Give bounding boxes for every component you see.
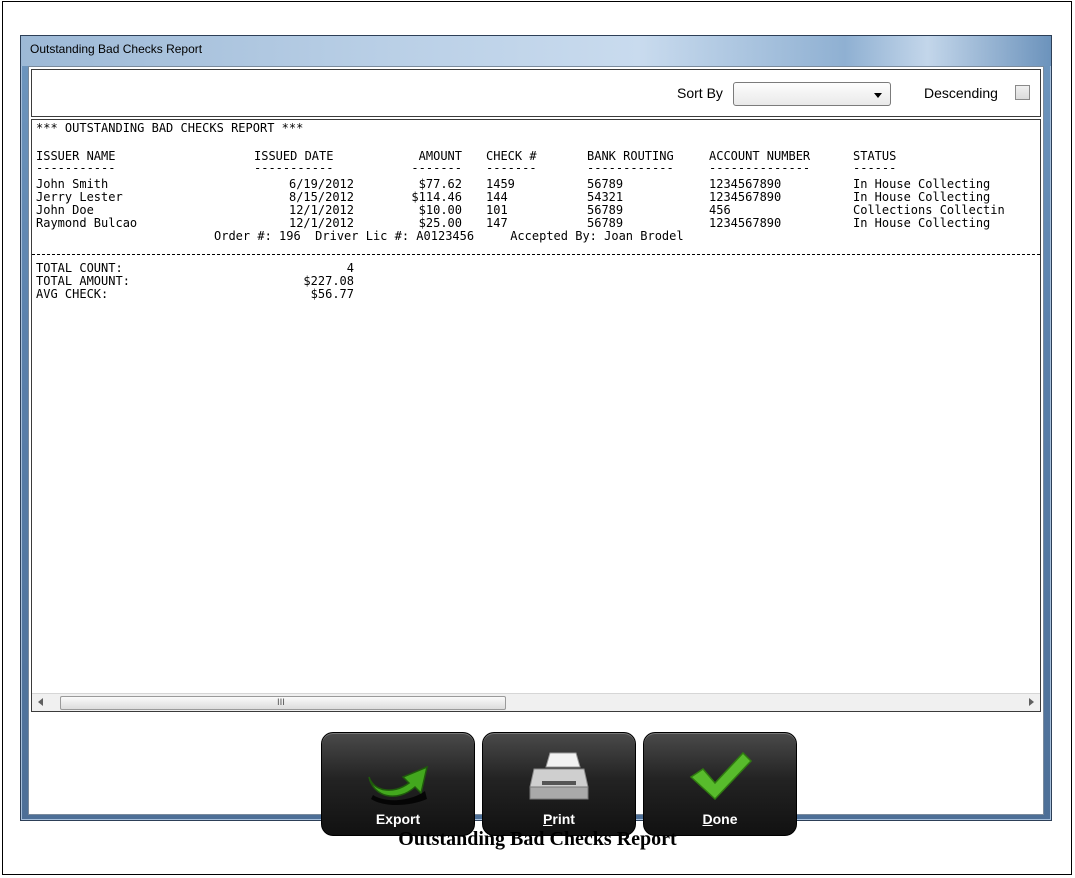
report-text: *** OUTSTANDING BAD CHECKS REPORT *** IS… [32, 120, 1040, 694]
window-client-area: Sort By Descending *** OUTSTANDING BAD C… [28, 66, 1044, 836]
report-view[interactable]: *** OUTSTANDING BAD CHECKS REPORT *** IS… [31, 119, 1041, 712]
sort-toolbar: Sort By Descending [31, 69, 1041, 117]
column-underline: ------ [853, 161, 897, 175]
scroll-right-arrow-icon[interactable] [1029, 698, 1034, 706]
scroll-left-arrow-icon[interactable] [38, 698, 43, 706]
column-underline: ----------- [254, 161, 334, 175]
scrollbar-grip: III [277, 698, 285, 708]
export-button[interactable]: Export [321, 732, 475, 836]
descending-checkbox[interactable] [1015, 85, 1030, 100]
title-bar[interactable]: Outstanding Bad Checks Report [21, 36, 1051, 66]
row-account-number: 1234567890 [709, 216, 782, 230]
row-issuer-name: Raymond Bulcao [36, 216, 138, 230]
figure-caption: Outstanding Bad Checks Report [398, 828, 677, 850]
column-underline: ------- [486, 161, 537, 175]
column-underline: ----------- [36, 161, 116, 175]
print-button[interactable]: Print [482, 732, 636, 836]
avg-check-label: AVG CHECK: [36, 287, 109, 301]
scrollbar-thumb[interactable]: III [60, 696, 506, 710]
column-underline: ------------ [587, 161, 674, 175]
export-label: Export [375, 811, 421, 827]
column-underline: ------- [411, 161, 462, 175]
checkmark-icon [689, 751, 753, 801]
avg-check-value: $56.77 [310, 287, 354, 301]
column-underline: -------------- [709, 161, 811, 175]
chevron-down-icon [874, 93, 882, 98]
row-detail: Order #: 196 Driver Lic #: A0123456 Acce… [214, 229, 684, 243]
horizontal-scrollbar[interactable]: III [32, 693, 1040, 711]
row-status: In House Collecting [853, 216, 991, 230]
report-divider [32, 254, 1040, 255]
done-label: Done [702, 811, 738, 827]
export-arrow-icon [368, 765, 429, 805]
sort-by-dropdown[interactable] [733, 82, 891, 106]
report-header: *** OUTSTANDING BAD CHECKS REPORT *** [36, 121, 304, 135]
printer-icon [529, 752, 589, 800]
report-window: Outstanding Bad Checks Report Sort By De… [20, 35, 1052, 836]
window-title: Outstanding Bad Checks Report [30, 42, 203, 56]
sort-by-label: Sort By [677, 85, 723, 101]
print-label: Print [543, 811, 575, 827]
descending-label: Descending [924, 85, 998, 101]
done-button[interactable]: Done [643, 732, 797, 836]
